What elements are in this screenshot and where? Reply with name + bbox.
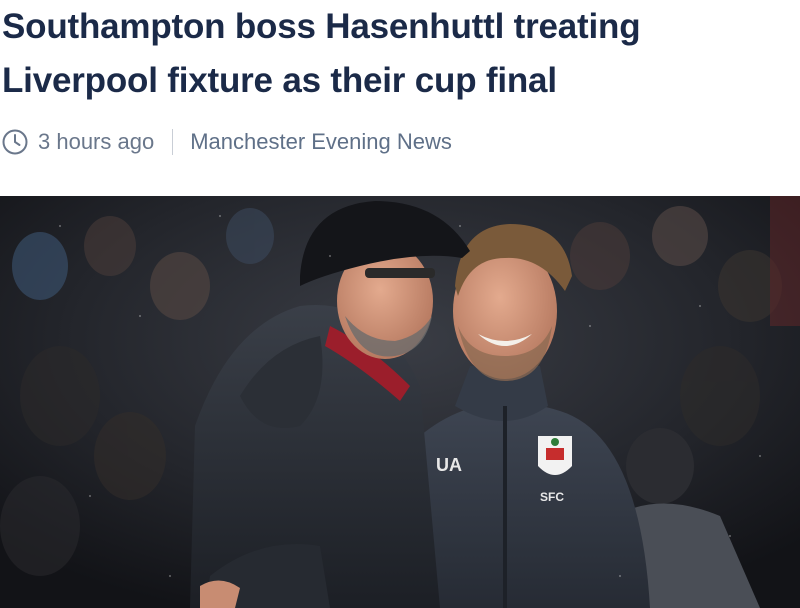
source-link[interactable]: Manchester Evening News — [190, 129, 452, 155]
published-time: 3 hours ago — [38, 129, 155, 154]
brand-logo: UA — [436, 455, 462, 475]
club-crest — [538, 436, 572, 475]
crest-text: SFC — [540, 490, 564, 504]
news-article: Southampton boss Hasenhuttl treating Liv… — [0, 0, 800, 608]
article-photo[interactable]: SFC UA — [0, 196, 800, 608]
meta-divider — [172, 129, 174, 155]
article-meta: 3 hours ago Manchester Evening News — [2, 126, 452, 158]
clock-icon — [2, 129, 28, 155]
headline-line-1[interactable]: Southampton boss Hasenhuttl treating — [2, 0, 782, 54]
article-headline[interactable]: Southampton boss Hasenhuttl treating Liv… — [2, 0, 782, 108]
headline-line-2[interactable]: Liverpool fixture as their cup final — [2, 54, 782, 108]
